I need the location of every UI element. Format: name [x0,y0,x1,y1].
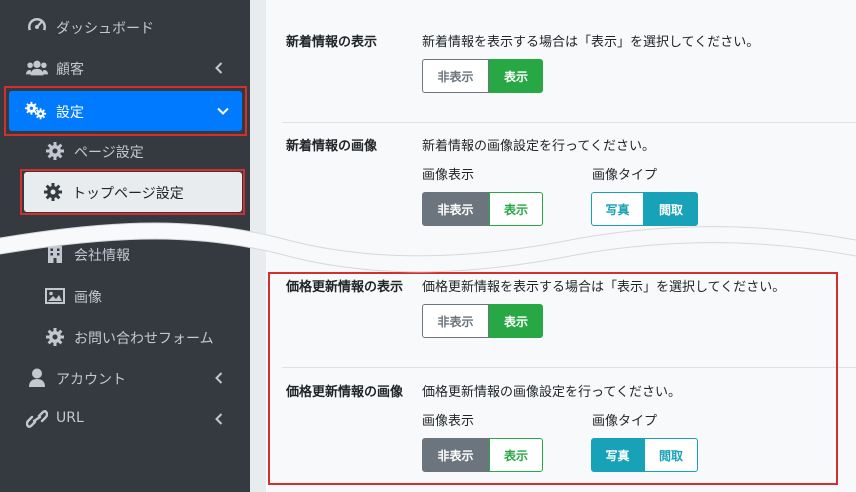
hide-button[interactable]: 非表示 [422,438,489,472]
crop-button[interactable]: 閲取 [644,192,698,226]
sidebar-item-label: 会社情報 [74,248,130,264]
sidebar-item-account[interactable]: アカウント [0,358,250,398]
chevron-left-icon [212,58,226,78]
show-button[interactable]: 表示 [489,59,543,93]
sidebar-item-label: 画像 [74,290,102,306]
user-icon [26,368,48,388]
sidebar-item-customers[interactable]: 顧客 [0,48,250,88]
section-description: 価格更新情報の画像設定を行ってください。 [422,385,681,400]
price-image-display-toggle: 非表示 表示 [422,438,543,472]
users-icon [26,58,48,78]
hide-button[interactable]: 非表示 [422,192,489,226]
photo-button[interactable]: 写真 [591,192,644,226]
sidebar-item-top-page-settings[interactable]: トップページ設定 [24,172,242,212]
chevron-left-icon [212,368,226,388]
image-display-label: 画像表示 [422,168,475,183]
price-display-toggle: 非表示 表示 [422,304,543,338]
news-image-display-toggle: 非表示 表示 [422,192,543,226]
image-type-label: 画像タイプ [592,168,658,183]
sidebar-item-url[interactable]: URL [0,399,250,439]
sidebar-item-label: アカウント [56,372,126,388]
crop-button[interactable]: 閲取 [644,438,698,472]
show-button[interactable]: 表示 [489,438,543,472]
show-button[interactable]: 表示 [489,192,543,226]
gear-icon [44,327,66,347]
dashboard-icon [26,17,48,37]
sidebar-item-label: 顧客 [56,62,84,78]
hide-button[interactable]: 非表示 [422,304,489,338]
divider [282,367,856,368]
image-display-label: 画像表示 [422,414,475,429]
news-display-toggle: 非表示 表示 [422,59,543,93]
hide-button[interactable]: 非表示 [422,59,489,93]
cogs-icon [25,101,47,121]
show-button[interactable]: 表示 [489,304,543,338]
section-title: 新着情報の画像 [286,139,378,154]
price-image-type-toggle: 写真 閲取 [591,438,698,472]
section-title: 価格更新情報の表示 [286,280,404,295]
sidebar-item-images[interactable]: 画像 [0,276,250,316]
section-description: 価格更新情報を表示する場合は「表示」を選択してください。 [422,280,786,295]
sidebar-item-dashboard[interactable]: ダッシュボード [0,7,250,47]
sidebar-item-label: 設定 [56,105,84,121]
sidebar-item-contact-form[interactable]: お問い合わせフォーム [0,317,250,357]
sidebar: ダッシュボード 顧客 設定 ページ設定 トップページ設定 会社情報 画像 お問い… [0,0,250,492]
gear-icon [42,182,64,202]
image-icon [44,286,66,306]
building-icon [44,244,66,264]
image-type-label: 画像タイプ [592,414,658,429]
main-content: 新着情報の表示 新着情報を表示する場合は「表示」を選択してください。 非表示 表… [266,0,856,492]
sidebar-item-label: お問い合わせフォーム [74,331,214,347]
sidebar-item-label: ページ設定 [74,145,144,161]
sidebar-item-label: ダッシュボード [56,21,154,37]
gear-icon [44,141,66,161]
chevron-down-icon [216,101,230,121]
sidebar-gutter [250,0,266,492]
sidebar-item-settings[interactable]: 設定 [9,91,242,131]
chevron-left-icon [212,409,226,429]
section-title: 価格更新情報の画像 [286,385,404,400]
section-description: 新着情報の画像設定を行ってください。 [422,139,655,154]
section-title: 新着情報の表示 [286,35,378,50]
news-image-type-toggle: 写真 閲取 [591,192,698,226]
divider [282,122,856,123]
photo-button[interactable]: 写真 [591,438,644,472]
sidebar-item-label: URL [56,410,84,426]
section-description: 新着情報を表示する場合は「表示」を選択してください。 [422,35,760,50]
link-icon [26,409,48,429]
sidebar-item-company-info[interactable]: 会社情報 [0,234,250,274]
sidebar-item-page-settings[interactable]: ページ設定 [0,131,250,171]
sidebar-item-label: トップページ設定 [72,186,184,202]
